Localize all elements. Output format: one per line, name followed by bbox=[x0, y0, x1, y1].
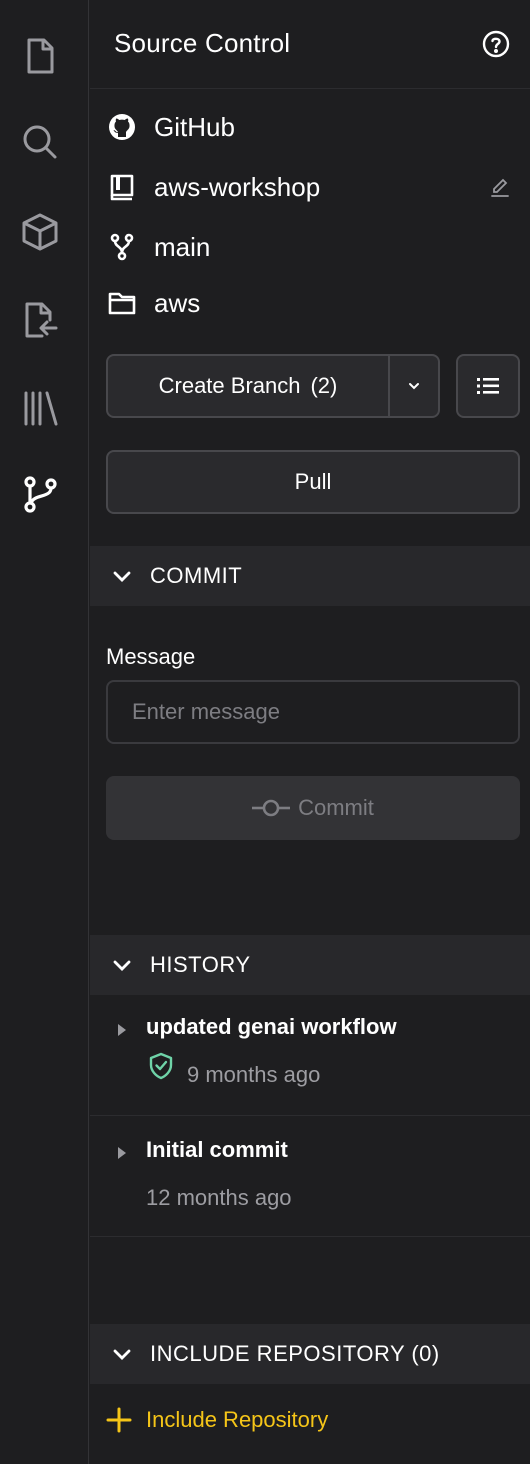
file-icon[interactable] bbox=[18, 34, 62, 78]
branch-name: main bbox=[154, 231, 211, 262]
folder-row: aws bbox=[108, 283, 518, 323]
history-item-time: 12 months ago bbox=[146, 1185, 292, 1210]
panel-title: Source Control bbox=[114, 28, 291, 58]
history-section-title: HISTORY bbox=[150, 952, 251, 977]
chevron-down-icon bbox=[113, 571, 131, 582]
github-icon bbox=[108, 113, 136, 141]
create-branch-group: Create Branch (2) bbox=[106, 354, 440, 418]
branch-list-button[interactable] bbox=[456, 354, 520, 418]
panel-header: Source Control bbox=[90, 0, 530, 89]
repo-name: aws-workshop bbox=[154, 171, 321, 202]
commit-section-title: COMMIT bbox=[150, 563, 243, 588]
repo-provider-row: GitHub bbox=[108, 107, 518, 147]
plus-icon bbox=[106, 1407, 132, 1433]
pull-button[interactable]: Pull bbox=[106, 450, 520, 514]
library-icon[interactable] bbox=[18, 386, 62, 430]
git-branch-icon[interactable] bbox=[18, 472, 62, 516]
folder-icon bbox=[108, 289, 136, 317]
verified-shield-icon bbox=[149, 1052, 173, 1080]
cube-icon[interactable] bbox=[18, 210, 62, 254]
include-repository-link[interactable]: Include Repository bbox=[106, 1402, 328, 1438]
git-fork-icon bbox=[108, 233, 136, 261]
commit-section-header[interactable]: COMMIT bbox=[90, 546, 530, 606]
list-icon bbox=[477, 378, 499, 394]
git-commit-icon bbox=[252, 799, 291, 817]
history-item-time: 9 months ago bbox=[187, 1062, 321, 1087]
create-branch-button[interactable]: Create Branch (2) bbox=[108, 356, 388, 416]
create-branch-label: Create Branch bbox=[158, 373, 301, 398]
history-section-header[interactable]: HISTORY bbox=[90, 935, 530, 995]
search-icon[interactable] bbox=[18, 120, 62, 164]
provider-name: GitHub bbox=[154, 111, 235, 142]
include-repository-label: Include Repository bbox=[146, 1407, 329, 1432]
folder-name: aws bbox=[154, 287, 201, 318]
book-icon bbox=[108, 173, 136, 201]
activity-bar bbox=[0, 0, 89, 1464]
chevron-down-icon bbox=[113, 1349, 131, 1360]
chevron-down-icon bbox=[113, 960, 131, 971]
history-item[interactable]: Initial commit 12 months ago bbox=[90, 1117, 530, 1237]
history-item-title: updated genai workflow bbox=[146, 1014, 397, 1039]
message-label: Message bbox=[106, 644, 196, 669]
caret-right-icon bbox=[118, 1024, 126, 1036]
help-circle-icon[interactable] bbox=[482, 30, 510, 58]
chevron-down-icon bbox=[409, 383, 419, 390]
file-import-icon[interactable] bbox=[18, 298, 62, 342]
commit-label: Commit bbox=[298, 795, 374, 820]
branch-row: main bbox=[108, 227, 518, 267]
caret-right-icon bbox=[118, 1147, 126, 1159]
create-branch-dropdown[interactable] bbox=[388, 356, 438, 416]
commit-message-input[interactable] bbox=[106, 680, 520, 744]
include-repository-section-title: INCLUDE REPOSITORY (0) bbox=[150, 1341, 440, 1366]
source-control-panel: Source Control GitHub aws-workshop main … bbox=[90, 0, 530, 1464]
edit-pencil-icon[interactable] bbox=[490, 177, 510, 197]
commit-button[interactable]: Commit bbox=[106, 776, 520, 840]
repo-name-row: aws-workshop bbox=[108, 167, 518, 207]
include-repository-section-header[interactable]: INCLUDE REPOSITORY (0) bbox=[90, 1324, 530, 1384]
create-branch-count: (2) bbox=[310, 373, 338, 398]
history-item[interactable]: updated genai workflow 9 months ago bbox=[90, 996, 530, 1116]
history-item-title: Initial commit bbox=[146, 1137, 288, 1162]
